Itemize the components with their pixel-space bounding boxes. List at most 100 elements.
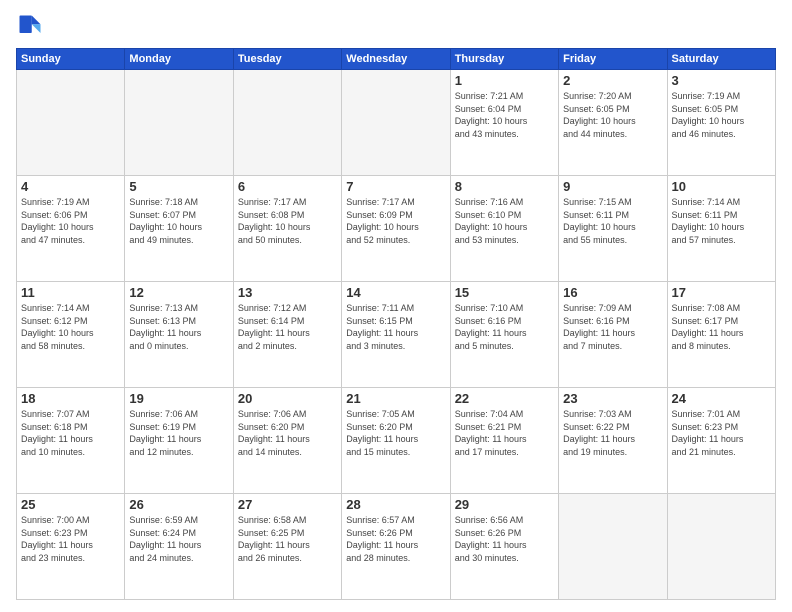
page: SundayMondayTuesdayWednesdayThursdayFrid… <box>0 0 792 612</box>
day-number: 8 <box>455 179 554 194</box>
calendar-body: 1 Sunrise: 7:21 AM Sunset: 6:04 PM Daylig… <box>17 70 776 600</box>
day-number: 20 <box>238 391 337 406</box>
calendar-cell: 12 Sunrise: 7:13 AM Sunset: 6:13 PM Dayli… <box>125 282 233 388</box>
calendar-cell: 16 Sunrise: 7:09 AM Sunset: 6:16 PM Dayli… <box>559 282 667 388</box>
calendar-cell: 17 Sunrise: 7:08 AM Sunset: 6:17 PM Dayli… <box>667 282 775 388</box>
day-number: 16 <box>563 285 662 300</box>
day-info: Sunrise: 7:14 AM Sunset: 6:12 PM Dayligh… <box>21 302 120 352</box>
calendar-cell <box>125 70 233 176</box>
day-info: Sunrise: 7:06 AM Sunset: 6:19 PM Dayligh… <box>129 408 228 458</box>
calendar-cell: 20 Sunrise: 7:06 AM Sunset: 6:20 PM Dayli… <box>233 388 341 494</box>
calendar-cell: 10Sunrise: 7:14 AM Sunset: 6:11 PM Dayli… <box>667 176 775 282</box>
day-info: Sunrise: 7:21 AM Sunset: 6:04 PM Dayligh… <box>455 90 554 140</box>
calendar-week-2: 11 Sunrise: 7:14 AM Sunset: 6:12 PM Dayli… <box>17 282 776 388</box>
day-info: Sunrise: 7:08 AM Sunset: 6:17 PM Dayligh… <box>672 302 771 352</box>
day-number: 12 <box>129 285 228 300</box>
day-info: Sunrise: 7:17 AM Sunset: 6:08 PM Dayligh… <box>238 196 337 246</box>
calendar-cell: 27 Sunrise: 6:58 AM Sunset: 6:25 PM Dayli… <box>233 494 341 600</box>
day-info: Sunrise: 7:07 AM Sunset: 6:18 PM Dayligh… <box>21 408 120 458</box>
calendar-week-3: 18 Sunrise: 7:07 AM Sunset: 6:18 PM Dayli… <box>17 388 776 494</box>
day-info: Sunrise: 7:16 AM Sunset: 6:10 PM Dayligh… <box>455 196 554 246</box>
day-info: Sunrise: 7:19 AM Sunset: 6:06 PM Dayligh… <box>21 196 120 246</box>
calendar-cell: 23Sunrise: 7:03 AM Sunset: 6:22 PM Dayli… <box>559 388 667 494</box>
day-number: 19 <box>129 391 228 406</box>
day-info: Sunrise: 6:59 AM Sunset: 6:24 PM Dayligh… <box>129 514 228 564</box>
day-number: 3 <box>672 73 771 88</box>
day-info: Sunrise: 7:10 AM Sunset: 6:16 PM Dayligh… <box>455 302 554 352</box>
day-info: Sunrise: 7:18 AM Sunset: 6:07 PM Dayligh… <box>129 196 228 246</box>
day-number: 10 <box>672 179 771 194</box>
calendar-cell <box>559 494 667 600</box>
day-info: Sunrise: 7:09 AM Sunset: 6:16 PM Dayligh… <box>563 302 662 352</box>
day-info: Sunrise: 6:56 AM Sunset: 6:26 PM Dayligh… <box>455 514 554 564</box>
calendar-cell: 22 Sunrise: 7:04 AM Sunset: 6:21 PM Dayli… <box>450 388 558 494</box>
day-header-tuesday: Tuesday <box>233 49 341 70</box>
calendar-cell: 18 Sunrise: 7:07 AM Sunset: 6:18 PM Dayli… <box>17 388 125 494</box>
day-header-monday: Monday <box>125 49 233 70</box>
day-number: 21 <box>346 391 445 406</box>
day-header-sunday: Sunday <box>17 49 125 70</box>
days-header-row: SundayMondayTuesdayWednesdayThursdayFrid… <box>17 49 776 70</box>
day-number: 1 <box>455 73 554 88</box>
calendar-cell <box>17 70 125 176</box>
calendar-cell <box>233 70 341 176</box>
calendar-cell: 24 Sunrise: 7:01 AM Sunset: 6:23 PM Dayli… <box>667 388 775 494</box>
day-number: 25 <box>21 497 120 512</box>
logo <box>16 12 48 40</box>
day-header-thursday: Thursday <box>450 49 558 70</box>
calendar-cell: 21 Sunrise: 7:05 AM Sunset: 6:20 PM Dayli… <box>342 388 450 494</box>
day-header-wednesday: Wednesday <box>342 49 450 70</box>
day-info: Sunrise: 7:11 AM Sunset: 6:15 PM Dayligh… <box>346 302 445 352</box>
day-number: 14 <box>346 285 445 300</box>
calendar-cell: 29 Sunrise: 6:56 AM Sunset: 6:26 PM Dayli… <box>450 494 558 600</box>
day-header-friday: Friday <box>559 49 667 70</box>
day-number: 18 <box>21 391 120 406</box>
day-number: 15 <box>455 285 554 300</box>
calendar-cell: 9Sunrise: 7:15 AM Sunset: 6:11 PM Daylig… <box>559 176 667 282</box>
day-info: Sunrise: 7:01 AM Sunset: 6:23 PM Dayligh… <box>672 408 771 458</box>
day-info: Sunrise: 6:57 AM Sunset: 6:26 PM Dayligh… <box>346 514 445 564</box>
day-number: 27 <box>238 497 337 512</box>
calendar-cell: 14 Sunrise: 7:11 AM Sunset: 6:15 PM Dayli… <box>342 282 450 388</box>
day-number: 26 <box>129 497 228 512</box>
day-number: 24 <box>672 391 771 406</box>
calendar-cell <box>342 70 450 176</box>
day-info: Sunrise: 7:17 AM Sunset: 6:09 PM Dayligh… <box>346 196 445 246</box>
day-info: Sunrise: 6:58 AM Sunset: 6:25 PM Dayligh… <box>238 514 337 564</box>
day-number: 22 <box>455 391 554 406</box>
calendar-week-1: 4 Sunrise: 7:19 AM Sunset: 6:06 PM Daylig… <box>17 176 776 282</box>
header <box>16 12 776 40</box>
day-number: 5 <box>129 179 228 194</box>
day-number: 4 <box>21 179 120 194</box>
day-info: Sunrise: 7:15 AM Sunset: 6:11 PM Dayligh… <box>563 196 662 246</box>
day-number: 28 <box>346 497 445 512</box>
calendar-cell: 25 Sunrise: 7:00 AM Sunset: 6:23 PM Dayli… <box>17 494 125 600</box>
day-info: Sunrise: 7:04 AM Sunset: 6:21 PM Dayligh… <box>455 408 554 458</box>
calendar-cell: 26 Sunrise: 6:59 AM Sunset: 6:24 PM Dayli… <box>125 494 233 600</box>
day-number: 29 <box>455 497 554 512</box>
day-info: Sunrise: 7:19 AM Sunset: 6:05 PM Dayligh… <box>672 90 771 140</box>
calendar-cell: 13Sunrise: 7:12 AM Sunset: 6:14 PM Dayli… <box>233 282 341 388</box>
calendar-header: SundayMondayTuesdayWednesdayThursdayFrid… <box>17 49 776 70</box>
calendar-cell: 3 Sunrise: 7:19 AM Sunset: 6:05 PM Daylig… <box>667 70 775 176</box>
calendar-cell: 1 Sunrise: 7:21 AM Sunset: 6:04 PM Daylig… <box>450 70 558 176</box>
day-info: Sunrise: 7:06 AM Sunset: 6:20 PM Dayligh… <box>238 408 337 458</box>
calendar-cell: 7 Sunrise: 7:17 AM Sunset: 6:09 PM Daylig… <box>342 176 450 282</box>
calendar-cell: 5 Sunrise: 7:18 AM Sunset: 6:07 PM Daylig… <box>125 176 233 282</box>
day-number: 7 <box>346 179 445 194</box>
day-info: Sunrise: 7:05 AM Sunset: 6:20 PM Dayligh… <box>346 408 445 458</box>
calendar-cell: 6Sunrise: 7:17 AM Sunset: 6:08 PM Daylig… <box>233 176 341 282</box>
day-number: 2 <box>563 73 662 88</box>
day-number: 11 <box>21 285 120 300</box>
day-info: Sunrise: 7:20 AM Sunset: 6:05 PM Dayligh… <box>563 90 662 140</box>
day-number: 17 <box>672 285 771 300</box>
day-info: Sunrise: 7:03 AM Sunset: 6:22 PM Dayligh… <box>563 408 662 458</box>
calendar-cell <box>667 494 775 600</box>
day-number: 13 <box>238 285 337 300</box>
calendar-week-0: 1 Sunrise: 7:21 AM Sunset: 6:04 PM Daylig… <box>17 70 776 176</box>
day-info: Sunrise: 7:13 AM Sunset: 6:13 PM Dayligh… <box>129 302 228 352</box>
day-info: Sunrise: 7:00 AM Sunset: 6:23 PM Dayligh… <box>21 514 120 564</box>
calendar-cell: 8 Sunrise: 7:16 AM Sunset: 6:10 PM Daylig… <box>450 176 558 282</box>
calendar-cell: 4 Sunrise: 7:19 AM Sunset: 6:06 PM Daylig… <box>17 176 125 282</box>
day-header-saturday: Saturday <box>667 49 775 70</box>
